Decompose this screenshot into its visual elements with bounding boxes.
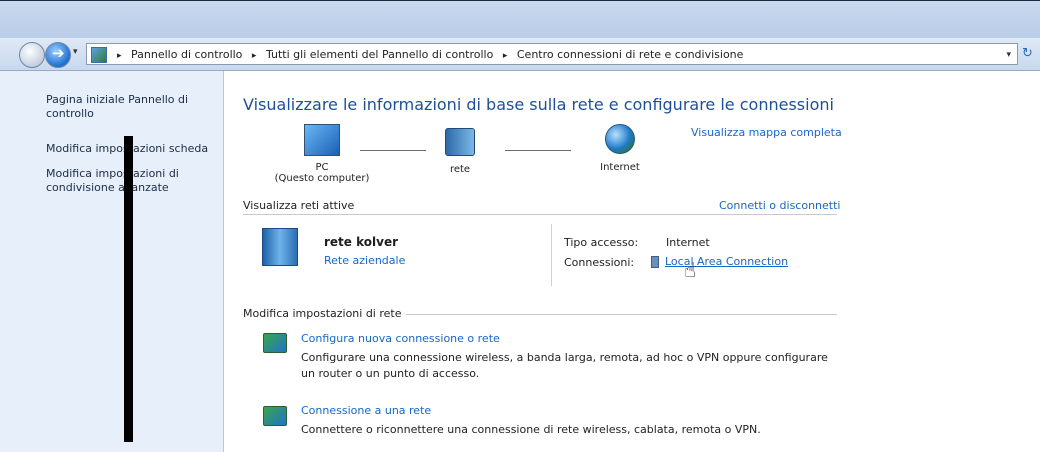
change-settings-heading: Modifica impostazioni di rete [243,307,406,320]
map-node-network: rete [430,128,490,175]
breadcrumb: ▸ Pannello di controllo ▸ Tutti gli elem… [117,48,744,61]
map-node-internet: Internet [580,124,660,173]
divider [243,214,837,215]
access-type-value: Internet [666,236,710,249]
computer-icon [304,124,340,156]
window-title-bar [0,0,1040,39]
address-dropdown-icon[interactable]: ▾ [1006,44,1011,66]
access-type-label: Tipo accesso: [564,236,639,249]
network-icon [445,128,475,156]
sidebar-item-sharing-settings[interactable]: Modifica impostazioni di condivisione av… [46,167,196,195]
network-type-link[interactable]: Rete aziendale [324,254,405,267]
connect-to-network-link[interactable]: Connessione a una rete [301,404,431,417]
recent-pages-dropdown[interactable]: ▾ [73,47,78,57]
new-connection-icon [263,333,287,353]
connect-network-icon [263,406,287,426]
forward-arrow-icon: ➔ [52,44,65,62]
connect-disconnect-link[interactable]: Connetti o disconnetti [719,199,840,212]
redaction-bar [124,136,133,442]
connection-item: Local Area Connection [651,255,788,268]
ethernet-icon [651,256,659,268]
control-panel-icon [91,47,107,63]
breadcrumb-network-center[interactable]: Centro connessioni di rete e condivision… [517,48,744,61]
map-connector [505,150,571,151]
full-map-link[interactable]: Visualizza mappa completa [691,126,842,139]
setup-new-connection-link[interactable]: Configura nuova connessione o rete [301,332,500,345]
map-connector [360,150,426,151]
network-name: rete kolver [324,235,399,249]
refresh-icon[interactable]: ↻ [1022,46,1033,61]
connections-label: Connessioni: [564,256,635,269]
sidebar-item-control-panel-home[interactable]: Pagina iniziale Pannello di controllo [46,93,211,121]
vertical-divider [551,224,552,286]
breadcrumb-control-panel[interactable]: Pannello di controllo [131,48,242,61]
breadcrumb-all-items[interactable]: Tutti gli elementi del Pannello di contr… [266,48,493,61]
address-bar[interactable]: ▸ Pannello di controllo ▸ Tutti gli elem… [86,43,1018,65]
sidebar: Pagina iniziale Pannello di controllo Mo… [0,71,224,452]
page-title: Visualizzare le informazioni di base sul… [243,95,834,114]
back-button[interactable] [19,42,45,68]
active-networks-heading: Visualizza reti attive [243,199,355,212]
map-node-pc: PC (Questo computer) [262,124,382,184]
globe-icon [605,124,635,154]
setup-new-connection-description: Configurare una connessione wireless, a … [301,351,828,380]
connect-to-network-description: Connettere o riconnettere una connession… [301,423,761,436]
network-building-icon [262,228,298,266]
hand-cursor-icon: ☝ [684,258,697,282]
forward-button[interactable]: ➔ [45,42,71,68]
